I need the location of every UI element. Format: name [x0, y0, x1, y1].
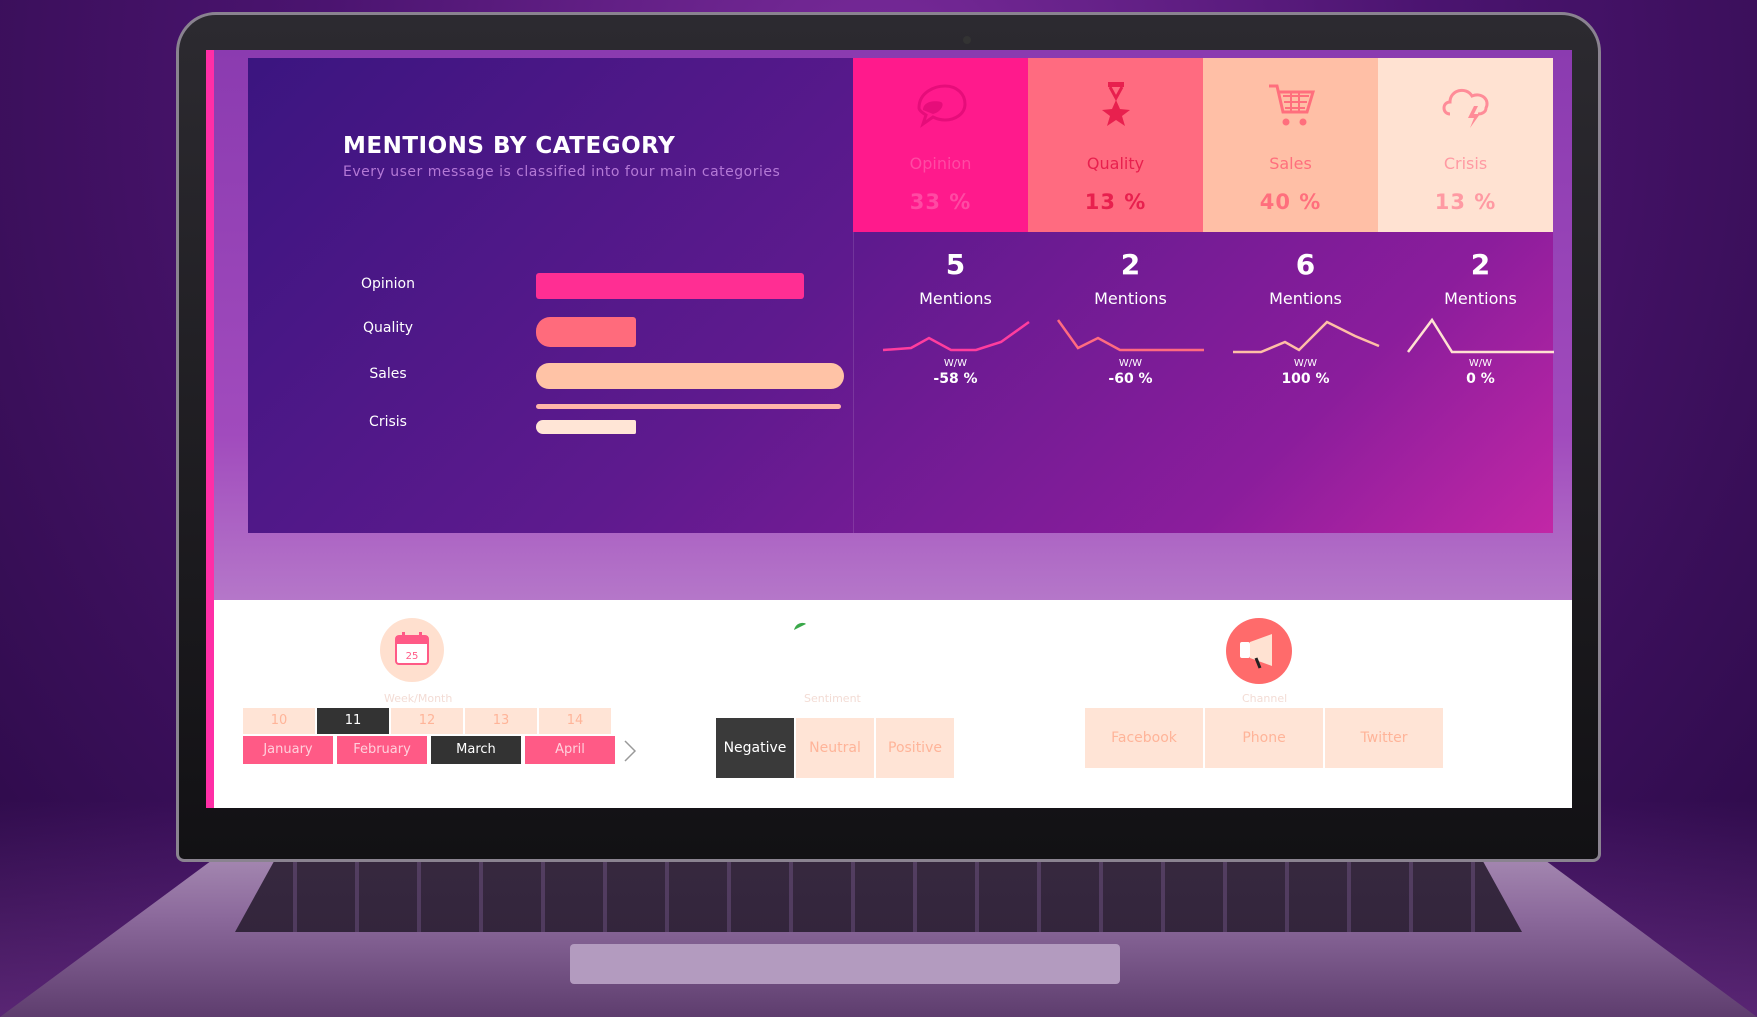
month-february[interactable]: February [337, 736, 427, 764]
spark-crisis[interactable]: 2 Mentions W/W 0 % [1393, 248, 1568, 387]
trackpad [570, 944, 1120, 984]
week-12[interactable]: 12 [391, 708, 463, 734]
bar-label: Crisis [369, 414, 407, 430]
page-subtitle: Every user message is classified into fo… [343, 164, 781, 180]
tile-label: Crisis [1443, 154, 1488, 173]
tile-value: 40 % [1259, 190, 1322, 214]
speech-bubble-icon [916, 84, 967, 128]
bar-crisis[interactable] [536, 420, 636, 434]
bar-sales[interactable] [536, 363, 844, 389]
mentions-panel: MENTIONS BY CATEGORY Every user message … [248, 58, 1554, 533]
mention-count: 2 [1120, 248, 1141, 281]
week-11[interactable]: 11 [317, 708, 389, 734]
mention-count: 6 [1295, 248, 1316, 281]
month-january[interactable]: January [243, 736, 333, 764]
calendar-icon: 25 [380, 618, 444, 682]
sentiment-neutral[interactable]: Neutral [796, 718, 874, 778]
category-tiles: Opinion 33 % Quality 13 % Sales 40 % Cri… [853, 58, 1553, 232]
spark-sales[interactable]: 6 Mentions W/W 100 % [1218, 248, 1393, 387]
dashboard-top: MENTIONS BY CATEGORY Every user message … [214, 50, 1572, 600]
mention-label: Mentions [1094, 289, 1167, 308]
mention-label: Mentions [1444, 289, 1517, 308]
bar-crisis-arc [536, 404, 841, 409]
camera-icon [963, 36, 971, 44]
date-slicer-title: Week/Month [384, 692, 453, 705]
page-title: MENTIONS BY CATEGORY [343, 133, 676, 159]
sparkline-sales [1232, 320, 1379, 354]
ww-label: W/W [1118, 358, 1143, 369]
ww-change: -58 % [933, 371, 978, 387]
storm-cloud-icon [1442, 88, 1488, 128]
channel-phone[interactable]: Phone [1205, 708, 1323, 768]
bar-opinion[interactable] [536, 273, 804, 299]
bar-label: Opinion [361, 276, 415, 292]
megaphone-icon [1226, 618, 1292, 684]
tile-opinion[interactable]: Opinion 33 % [853, 58, 1028, 232]
sentiment-slicer-title: Sentiment [804, 692, 861, 705]
spark-quality[interactable]: 2 Mentions W/W -60 % [1043, 248, 1218, 387]
channel-facebook[interactable]: Facebook [1085, 708, 1203, 768]
ww-change: 0 % [1466, 371, 1495, 387]
slicer-strip: 25 Week/Month 10 11 12 13 14 January Feb… [214, 600, 1572, 808]
bar-quality[interactable] [536, 317, 636, 347]
tile-label: Sales [1269, 154, 1312, 173]
tile-value: 33 % [909, 190, 972, 214]
spark-opinion[interactable]: 5 Mentions W/W -58 % [868, 248, 1043, 387]
month-april[interactable]: April [525, 736, 615, 764]
channel-slicer-title: Channel [1242, 692, 1288, 705]
ww-label: W/W [943, 358, 968, 369]
sentiment-negative[interactable]: Negative [716, 718, 794, 778]
tile-label: Opinion [909, 154, 972, 173]
ww-change: 100 % [1281, 371, 1330, 387]
award-medal-icon [1101, 82, 1130, 126]
tile-value: 13 % [1434, 190, 1497, 214]
week-10[interactable]: 10 [243, 708, 315, 734]
shopping-cart-icon [1268, 84, 1315, 126]
ww-label: W/W [1293, 358, 1318, 369]
leaf-icon [794, 622, 806, 630]
month-march[interactable]: March [431, 736, 521, 764]
mention-label: Mentions [919, 289, 992, 308]
week-13[interactable]: 13 [465, 708, 537, 734]
ww-change: -60 % [1108, 371, 1153, 387]
sparkline-crisis [1406, 317, 1554, 354]
dashboard-screen: MENTIONS BY CATEGORY Every user message … [206, 50, 1572, 808]
tile-value: 13 % [1084, 190, 1147, 214]
tile-crisis[interactable]: Crisis 13 % [1378, 58, 1553, 232]
week-14[interactable]: 14 [539, 708, 611, 734]
tile-quality[interactable]: Quality 13 % [1028, 58, 1203, 232]
keyboard [235, 862, 1522, 932]
bar-label: Quality [362, 320, 414, 336]
mention-label: Mentions [1269, 289, 1342, 308]
mention-count: 5 [945, 248, 966, 281]
svg-text:25: 25 [406, 651, 419, 662]
chevron-right-icon[interactable] [622, 738, 638, 764]
sparkline-opinion [882, 320, 1030, 352]
ww-label: W/W [1468, 358, 1493, 369]
sparkline-quality [1056, 319, 1204, 352]
tile-sales[interactable]: Sales 40 % [1203, 58, 1378, 232]
bar-label: Sales [369, 366, 407, 382]
tile-label: Quality [1086, 154, 1145, 173]
mention-count: 2 [1470, 248, 1491, 281]
sentiment-positive[interactable]: Positive [876, 718, 954, 778]
channel-twitter[interactable]: Twitter [1325, 708, 1443, 768]
